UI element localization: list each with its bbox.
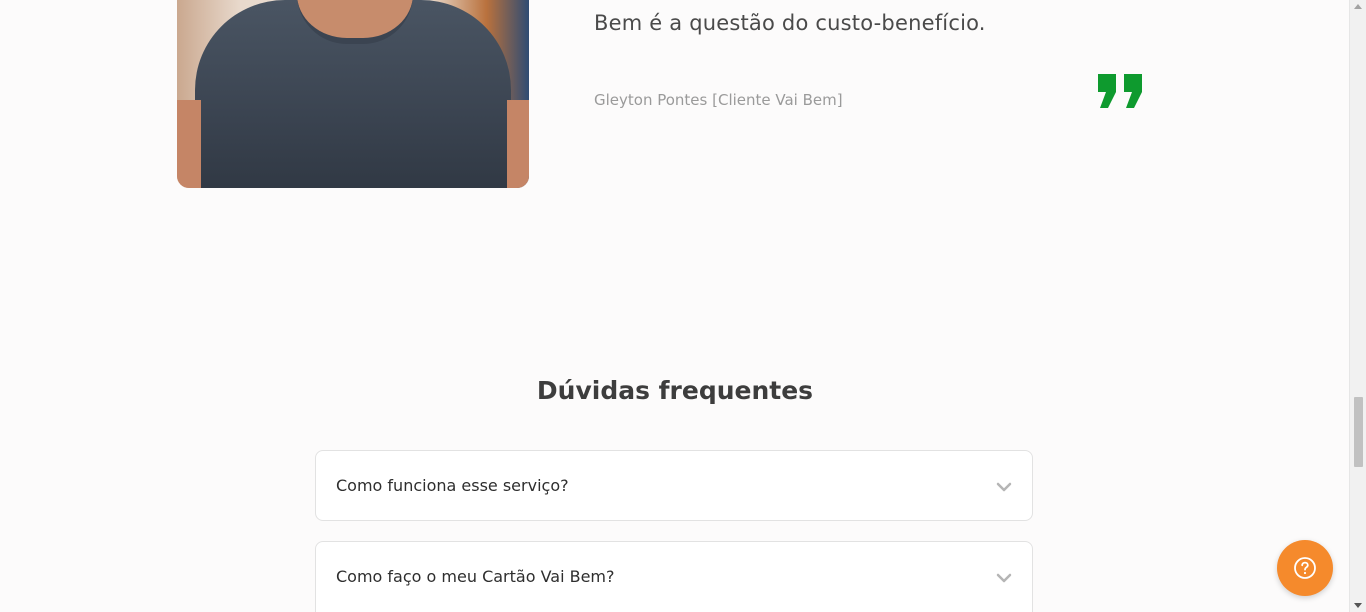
page-scrollbar[interactable] bbox=[1349, 0, 1366, 612]
scroll-thumb[interactable] bbox=[1354, 397, 1363, 467]
faq-title: Dúvidas frequentes bbox=[536, 376, 814, 405]
faq-item[interactable]: Como funciona esse serviço? bbox=[315, 450, 1033, 521]
testimonial-photo bbox=[177, 0, 529, 188]
help-icon bbox=[1294, 557, 1316, 579]
testimonial-quote: Bem é a questão do custo-benefício. bbox=[594, 11, 986, 35]
scroll-down-icon[interactable] bbox=[1354, 603, 1362, 608]
scroll-up-icon[interactable] bbox=[1354, 4, 1362, 9]
chevron-down-icon[interactable] bbox=[996, 481, 1012, 493]
testimonial-author: Gleyton Pontes [Cliente Vai Bem] bbox=[594, 91, 843, 109]
quote-icon bbox=[1098, 74, 1142, 108]
page: Bem é a questão do custo-benefício. Gley… bbox=[0, 0, 1366, 612]
faq-question: Como faço o meu Cartão Vai Bem? bbox=[336, 567, 615, 586]
chevron-down-icon[interactable] bbox=[996, 572, 1012, 584]
faq-item[interactable]: Como faço o meu Cartão Vai Bem? bbox=[315, 541, 1033, 612]
faq-question: Como funciona esse serviço? bbox=[336, 476, 569, 495]
help-button[interactable] bbox=[1277, 540, 1333, 596]
